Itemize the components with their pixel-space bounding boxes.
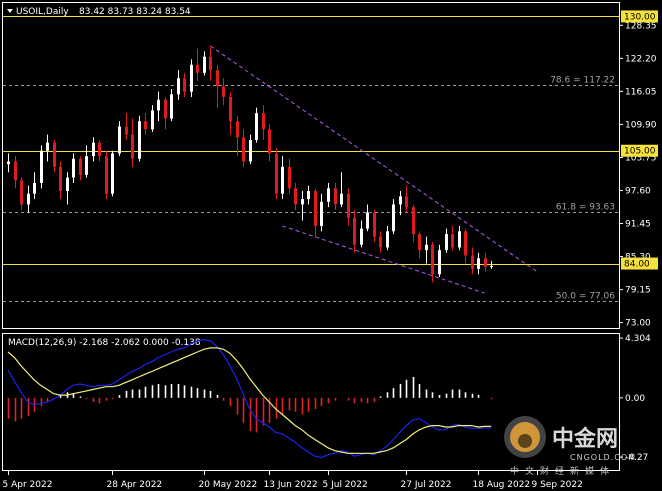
background	[0, 0, 662, 491]
price-tick-label: 97.60	[625, 186, 651, 196]
price-tick-label: 91.45	[625, 220, 651, 230]
time-tick-label: 13 Jun 2022	[264, 480, 318, 490]
candle	[138, 115, 141, 162]
time-tick-label: 28 Apr 2022	[107, 480, 163, 490]
candle	[275, 148, 278, 200]
ohlc-readout: 83.42 83.73 83.24 83.54	[79, 7, 191, 17]
candle	[111, 150, 114, 197]
fib-level-label: 50.0 = 77.06	[556, 292, 615, 302]
logo-cn-title: 中金网	[552, 426, 618, 452]
time-tick-label: 5 Jul 2022	[323, 480, 368, 490]
fib-level-label: 78.6 = 117.22	[550, 76, 615, 86]
price-tick-label: 79.15	[625, 286, 651, 296]
price-tick-label: 116.05	[625, 87, 657, 97]
price-tick-label: 128.35	[625, 21, 657, 31]
time-tick-label: 5 Apr 2022	[3, 480, 53, 490]
price-tick-label: 73.00	[625, 319, 651, 329]
time-tick-label: 9 Sep 2022	[532, 480, 583, 490]
logo-subtitle: 中文财经新媒体	[510, 465, 615, 477]
candle	[105, 150, 108, 200]
price-tick-label: 109.90	[625, 120, 657, 130]
macd-tick-label: 4.304	[625, 334, 651, 344]
price-tick-label: 122.20	[625, 54, 657, 64]
level-price-label: 84.00	[624, 260, 650, 270]
symbol-label: USOIL,Daily	[16, 7, 69, 17]
time-tick-label: 20 May 2022	[199, 480, 258, 490]
chart-header: USOIL,Daily 83.42 83.73 83.24 83.54	[7, 7, 191, 17]
candle	[40, 145, 43, 189]
chart-canvas: USOIL,Daily 83.42 83.73 83.24 83.54 中金网 …	[0, 0, 662, 491]
level-price-label: 130.00	[624, 12, 656, 22]
macd-label: MACD(12,26,9) -2.168 -2.062 0.000 -0.138	[8, 338, 201, 348]
candle	[190, 59, 193, 98]
macd-tick-label: -4.27	[625, 453, 648, 463]
macd-tick-label: 0.00	[625, 394, 645, 404]
fib-level-label: 61.8 = 93.63	[556, 203, 615, 213]
level-price-label: 105.00	[624, 147, 656, 157]
time-tick-label: 27 Jul 2022	[401, 480, 452, 490]
time-tick-label: 18 Aug 2022	[473, 480, 531, 490]
